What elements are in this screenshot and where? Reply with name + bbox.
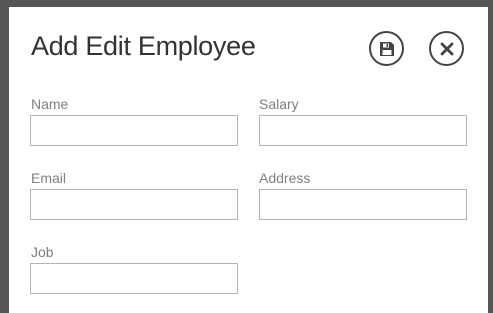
address-field[interactable] bbox=[259, 189, 467, 220]
close-button[interactable] bbox=[429, 31, 464, 66]
name-field[interactable] bbox=[30, 115, 238, 146]
add-edit-employee-dialog: Add Edit Employee Name Salary Email Addr… bbox=[9, 7, 488, 313]
email-field[interactable] bbox=[30, 189, 238, 220]
dialog-title: Add Edit Employee bbox=[31, 31, 256, 61]
save-icon bbox=[379, 41, 395, 57]
save-button[interactable] bbox=[369, 31, 404, 66]
email-label: Email bbox=[31, 170, 67, 186]
job-field[interactable] bbox=[30, 263, 238, 294]
backdrop-right bbox=[488, 0, 493, 313]
job-label: Job bbox=[31, 244, 54, 260]
name-label: Name bbox=[31, 96, 69, 112]
backdrop-top bbox=[0, 0, 493, 7]
close-icon bbox=[440, 42, 454, 56]
backdrop-left bbox=[0, 0, 9, 313]
salary-label: Salary bbox=[259, 96, 299, 112]
address-label: Address bbox=[259, 170, 311, 186]
salary-field[interactable] bbox=[259, 115, 467, 146]
